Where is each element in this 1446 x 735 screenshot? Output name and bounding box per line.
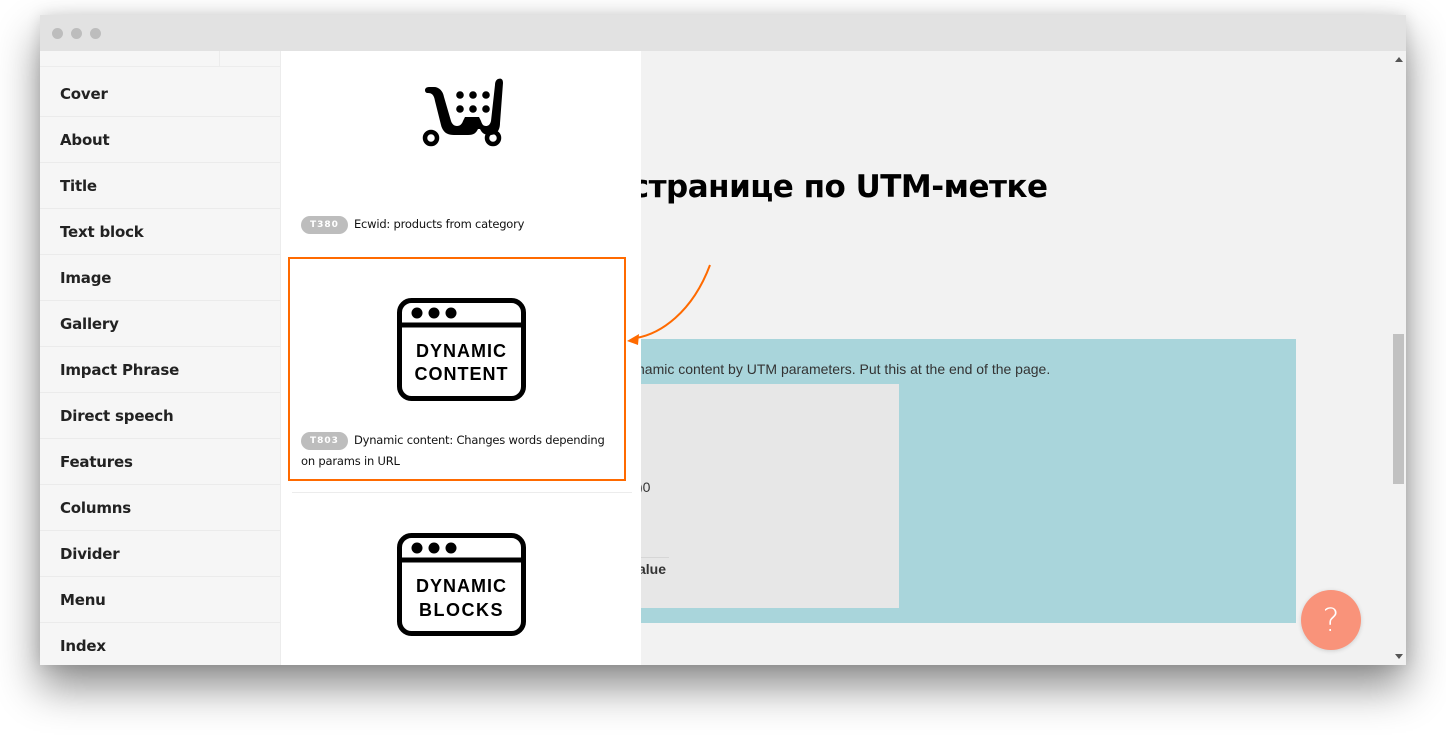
close-window-button[interactable] xyxy=(52,28,63,39)
dynamic-blocks-icon: DYNAMIC BLOCKS xyxy=(397,533,526,636)
icon-text-line2: CONTENT xyxy=(415,364,509,384)
sidebar-item-direct-speech[interactable]: Direct speech xyxy=(40,393,280,439)
help-button[interactable]: ? xyxy=(1301,590,1361,650)
dynamic-content-icon: DYNAMIC CONTENT xyxy=(397,298,526,401)
title-bar xyxy=(40,15,1406,51)
icon-text-line2: BLOCKS xyxy=(419,600,504,620)
panel-label: alue xyxy=(638,561,667,577)
sidebar-item-title[interactable]: Title xyxy=(40,163,280,209)
scroll-up-arrow-icon[interactable] xyxy=(1395,57,1403,62)
icon-text-line1: DYNAMIC xyxy=(416,576,507,596)
sidebar-item-index[interactable]: Index xyxy=(40,623,280,665)
sidebar-item-features[interactable]: Features xyxy=(40,439,280,485)
block-categories-sidebar: Cover About Title Text block Image Galle… xyxy=(40,51,281,665)
block-code-badge: T380 xyxy=(301,216,348,234)
vertical-scrollbar[interactable] xyxy=(1392,51,1406,665)
minimize-window-button[interactable] xyxy=(71,28,82,39)
sidebar-item-impact-phrase[interactable]: Impact Phrase xyxy=(40,347,280,393)
sidebar-item-columns[interactable]: Columns xyxy=(40,485,280,531)
scroll-down-arrow-icon[interactable] xyxy=(1395,654,1403,659)
sidebar-item-gallery[interactable]: Gallery xyxy=(40,301,280,347)
block-title: Ecwid: products from category xyxy=(353,217,525,231)
viewport: а странице по UTM-метке ynamic content b… xyxy=(40,51,1406,665)
sidebar-item-menu[interactable]: Menu xyxy=(40,577,280,623)
block-description: ynamic content by UTM parameters. Put th… xyxy=(630,361,1051,377)
block-code-badge: T803 xyxy=(301,432,348,450)
block-card-t380[interactable]: T380 Ecwid: products from category xyxy=(288,51,626,251)
divider xyxy=(219,51,220,67)
sidebar-header xyxy=(40,51,280,67)
sidebar-item-about[interactable]: About xyxy=(40,117,280,163)
page-title: а странице по UTM-метке xyxy=(600,169,1048,205)
block-caption: T803 Dynamic content: Changes words depen… xyxy=(301,430,616,472)
sidebar-item-divider[interactable]: Divider xyxy=(40,531,280,577)
ecwid-cart-icon xyxy=(422,78,503,147)
browser-window: а странице по UTM-метке ynamic content b… xyxy=(40,15,1406,665)
block-card-t803[interactable]: DYNAMIC CONTENT T803 Dynamic content: Cha… xyxy=(288,257,626,481)
scrollbar-thumb[interactable] xyxy=(1393,334,1404,484)
block-library-panel: T380 Ecwid: products from category DYNAMI… xyxy=(281,51,641,665)
sidebar-item-text-block[interactable]: Text block xyxy=(40,209,280,255)
block-card-dynamic-blocks[interactable]: DYNAMIC BLOCKS xyxy=(288,493,626,665)
block-caption: T380 Ecwid: products from category xyxy=(301,214,618,235)
icon-text-line1: DYNAMIC xyxy=(416,341,507,361)
sidebar-item-image[interactable]: Image xyxy=(40,255,280,301)
maximize-window-button[interactable] xyxy=(90,28,101,39)
